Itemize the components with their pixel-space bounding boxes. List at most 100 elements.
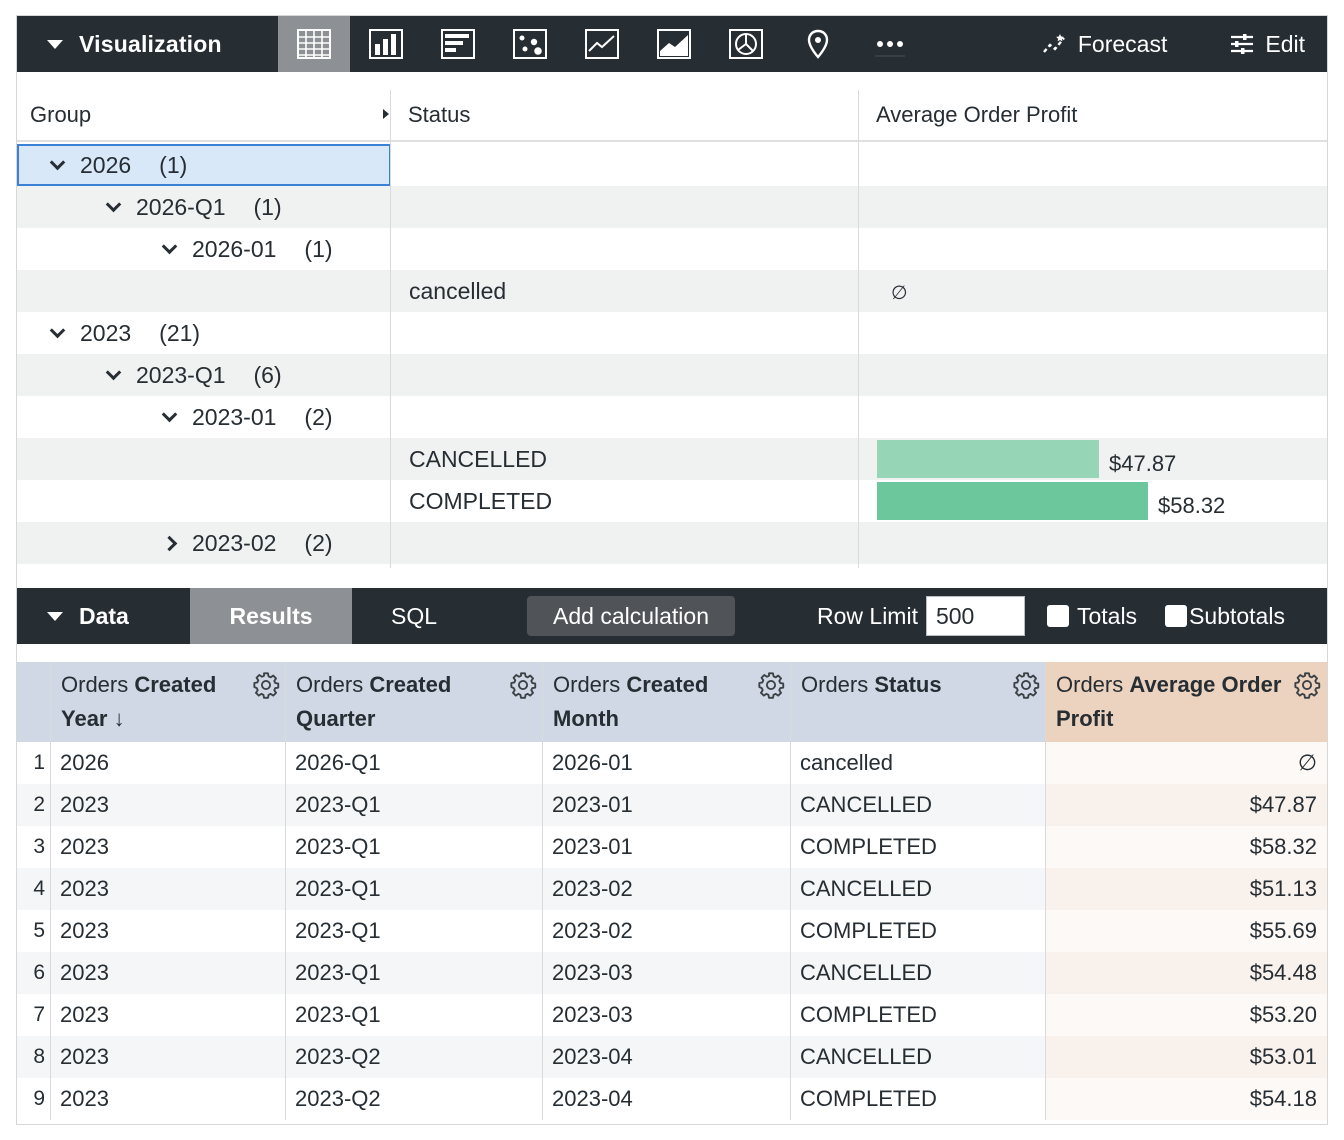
measure-column-header[interactable]: Average Order Profit — [876, 90, 1077, 140]
data-bar — [877, 440, 1099, 478]
collapse-chevron-icon[interactable] — [101, 186, 125, 228]
table-row: 8 2023 2023-Q2 2023-04 CANCELLED $53.01 — [17, 1036, 1327, 1078]
line-chart-icon[interactable] — [566, 16, 638, 72]
data-section-toggle[interactable]: Data — [17, 588, 190, 644]
dimension-cell: CANCELLED — [800, 792, 933, 817]
measure-cell: $53.20 — [1046, 994, 1327, 1036]
group-count: (1) — [304, 235, 333, 262]
gear-icon[interactable] — [757, 671, 785, 709]
group-count: (6) — [253, 361, 282, 388]
dimension-cell: 2026-Q1 — [295, 750, 381, 775]
dimension-cell: 2023-Q1 — [295, 834, 381, 859]
dimension-cell: 2026 — [60, 750, 109, 775]
column-divider — [50, 662, 51, 1120]
group-cell: 2023-Q1 (6) — [136, 354, 282, 396]
header-view-name: Orders — [553, 672, 627, 697]
dimension-cell: 2023-Q2 — [295, 1086, 381, 1111]
row-number: 8 — [33, 1045, 45, 1068]
measure-cell: $54.18 — [1046, 1078, 1327, 1120]
pivot-group-row[interactable]: 2023-01 (2) — [17, 396, 1327, 438]
visualization-section-toggle[interactable]: Visualization — [17, 16, 278, 72]
collapse-chevron-icon[interactable] — [45, 312, 69, 354]
table-row: 4 2023 2023-Q1 2023-02 CANCELLED $51.13 — [17, 868, 1327, 910]
pivot-group-row[interactable]: 2026-Q1 (1) — [17, 186, 1327, 228]
measure-cell: $54.48 — [1046, 952, 1327, 994]
totals-label: Totals — [1076, 602, 1138, 629]
table-icon[interactable] — [278, 16, 350, 72]
dimension-cell: 2023 — [60, 792, 109, 817]
header-field-name: Status — [874, 672, 942, 697]
more-icon[interactable] — [854, 16, 926, 72]
forecast-button[interactable]: Forecast — [1042, 16, 1189, 72]
subtotals-checkbox[interactable] — [1165, 605, 1188, 627]
dimension-cell: 2023-03 — [552, 960, 633, 985]
group-count: (2) — [304, 529, 333, 556]
expand-chevron-icon[interactable] — [157, 522, 181, 564]
area-chart-icon[interactable] — [638, 16, 710, 72]
dimension-cell: 2023 — [60, 1002, 109, 1027]
table-row: 6 2023 2023-Q1 2023-03 CANCELLED $54.48 — [17, 952, 1327, 994]
measure-cell: $55.69 — [1046, 910, 1327, 952]
collapse-chevron-icon[interactable] — [157, 396, 181, 438]
table-row: 3 2023 2023-Q1 2023-01 COMPLETED $58.32 — [17, 826, 1327, 868]
scatter-chart-icon[interactable] — [494, 16, 566, 72]
group-label: 2023-02 — [192, 529, 277, 556]
collapse-chevron-icon[interactable] — [45, 144, 69, 186]
group-count: (2) — [304, 403, 333, 430]
dimension-cell: 2023-04 — [552, 1086, 633, 1111]
column-divider — [390, 90, 391, 568]
header-view-name: Orders — [296, 672, 370, 697]
dimension-cell: CANCELLED — [800, 876, 933, 901]
row-number-header — [17, 662, 51, 742]
pie-chart-icon[interactable] — [710, 16, 782, 72]
dimension-cell: CANCELLED — [800, 960, 933, 985]
column-header[interactable]: Orders Created Month — [543, 662, 791, 742]
gear-icon[interactable] — [252, 671, 280, 709]
measure-cell: ∅ — [1046, 742, 1327, 784]
data-bar — [877, 482, 1148, 520]
column-header[interactable]: Orders Created Year ↓ — [51, 662, 286, 742]
dimension-cell: 2023 — [60, 960, 109, 985]
edit-button[interactable]: Edit — [1229, 16, 1327, 72]
column-header[interactable]: Orders Created Quarter — [286, 662, 543, 742]
pivot-group-row[interactable]: 2026-01 (1) — [17, 228, 1327, 270]
map-pin-icon[interactable] — [782, 16, 854, 72]
tab-results[interactable]: Results — [190, 588, 352, 644]
measure-cell: $58.32 — [1046, 826, 1327, 868]
gear-icon[interactable] — [1012, 671, 1040, 709]
dimension-cell: COMPLETED — [800, 1086, 937, 1111]
collapse-chevron-icon[interactable] — [157, 228, 181, 270]
tab-sql[interactable]: SQL — [352, 588, 476, 644]
visualization-title: Visualization — [79, 30, 222, 57]
row-number: 2 — [33, 793, 45, 816]
pivot-group-row[interactable]: 2023 (21) — [17, 312, 1327, 354]
dimension-cell: 2023-04 — [552, 1044, 633, 1069]
gear-icon[interactable] — [509, 671, 537, 709]
add-calculation-button[interactable]: Add calculation — [527, 596, 735, 636]
table-row: 9 2023 2023-Q2 2023-04 COMPLETED $54.18 — [17, 1078, 1327, 1120]
bar-chart-icon[interactable] — [422, 16, 494, 72]
row-limit-input[interactable] — [925, 596, 1025, 636]
pivot-group-row[interactable]: 2026 (1) — [17, 144, 1327, 186]
subtotals-label: Subtotals — [1189, 602, 1285, 629]
column-header[interactable]: Orders Status — [791, 662, 1046, 742]
collapse-caret-icon — [47, 611, 63, 621]
measure-cell: $51.13 — [1046, 868, 1327, 910]
column-chart-icon[interactable] — [350, 16, 422, 72]
dimension-cell: 2023-Q1 — [295, 1002, 381, 1027]
status-column-header[interactable]: Status — [408, 90, 470, 140]
row-number: 4 — [33, 877, 45, 900]
pivot-group-row[interactable]: 2023-Q1 (6) — [17, 354, 1327, 396]
pivot-group-row[interactable]: 2023-02 (2) — [17, 522, 1327, 564]
header-field-name: Created — [369, 672, 452, 697]
group-label: 2026 — [80, 151, 132, 178]
totals-checkbox[interactable] — [1046, 605, 1069, 627]
collapse-chevron-icon[interactable] — [101, 354, 125, 396]
column-header[interactable]: Orders Average Order Profit — [1046, 662, 1327, 742]
group-cell: 2026 (1) — [80, 144, 187, 186]
column-divider — [1045, 662, 1046, 1120]
group-cell: 2023-01 (2) — [192, 396, 333, 438]
gear-icon[interactable] — [1293, 671, 1321, 709]
group-column-header[interactable]: Group — [30, 90, 390, 140]
group-label: 2023-01 — [192, 403, 277, 430]
